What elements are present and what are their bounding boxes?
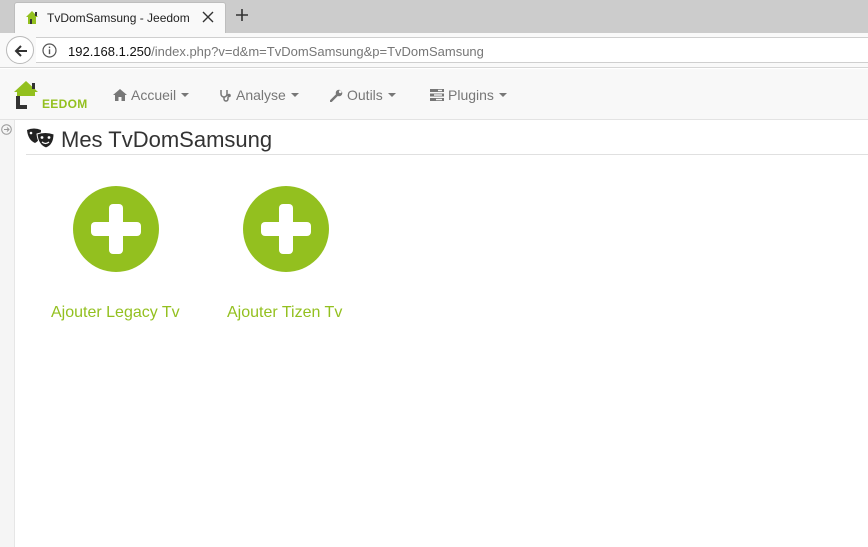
menu-analyse[interactable]: Analyse [219,86,299,104]
add-legacy-tv-label: Ajouter Legacy Tv [51,304,180,321]
theater-masks-icon [27,128,55,149]
url-host: 192.168.1.250 [68,44,152,59]
plus-circle-icon [243,186,329,272]
chevron-down-icon [387,93,396,97]
url-text[interactable]: 192.168.1.250/index.php?v=d&m=TvDomSamsu… [68,44,484,59]
tab-title: TvDomSamsung - Jeedom [47,11,190,25]
new-tab-icon[interactable] [234,7,250,23]
expand-sidebar-icon[interactable] [1,124,12,135]
info-icon[interactable] [42,43,57,58]
browser-tab[interactable]: TvDomSamsung - Jeedom [14,2,226,33]
chevron-down-icon [181,93,190,97]
logo-text: EEDOM [42,97,88,111]
browser-navbar: 192.168.1.250/index.php?v=d&m=TvDomSamsu… [0,33,868,68]
chevron-down-icon [290,93,299,97]
menu-analyse-label: Analyse [236,87,286,103]
plus-circle-icon [73,186,159,272]
add-legacy-tv-card[interactable]: Ajouter Legacy Tv [51,186,191,336]
jeedom-logo[interactable]: EEDOM [14,79,88,111]
back-arrow-icon [14,45,27,57]
add-tizen-tv-label: Ajouter Tizen Tv [227,304,343,321]
url-path: /index.php?v=d&m=TvDomSamsung&p=TvDomSam… [151,44,484,59]
chevron-down-icon [498,93,507,97]
wrench-icon [330,89,343,102]
page-title-row: Mes TvDomSamsung [26,125,868,155]
page-title: Mes TvDomSamsung [61,127,273,152]
menu-accueil[interactable]: Accueil [113,86,190,104]
menu-accueil-label: Accueil [131,87,177,103]
tasks-icon [430,89,444,101]
home-icon [113,89,127,101]
menu-plugins[interactable]: Plugins [430,86,507,104]
add-tizen-tv-card[interactable]: Ajouter Tizen Tv [227,186,367,336]
tab-close-icon[interactable] [200,9,216,25]
menu-plugins-label: Plugins [448,87,494,103]
stethoscope-icon [220,89,231,102]
sidebar-collapsed-strip [0,120,15,547]
jeedom-favicon-icon [26,11,38,24]
menu-outils[interactable]: Outils [330,86,396,104]
app-header: EEDOM Accueil Analyse Outils Plugins [0,69,868,120]
back-button[interactable] [6,36,34,64]
menu-outils-label: Outils [347,87,383,103]
address-bar[interactable]: 192.168.1.250/index.php?v=d&m=TvDomSamsu… [36,37,868,63]
browser-tab-strip: TvDomSamsung - Jeedom [0,0,868,33]
